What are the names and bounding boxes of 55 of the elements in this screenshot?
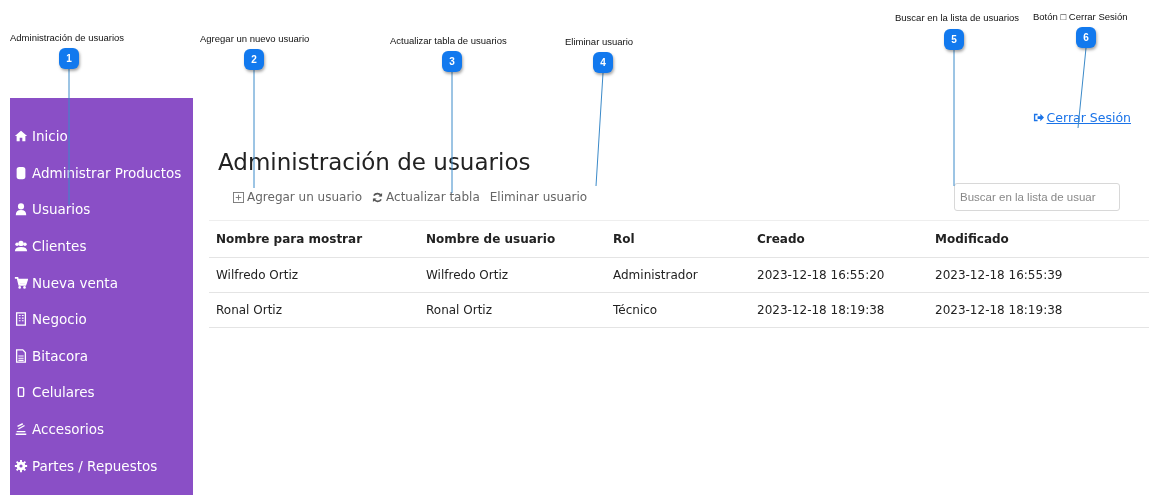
logout-link[interactable]: Cerrar Sesión	[1032, 110, 1131, 125]
column-header: Modificado	[928, 220, 1149, 258]
column-header: Rol	[606, 220, 750, 258]
logout-icon	[1032, 112, 1044, 123]
gear-icon	[14, 458, 28, 473]
callout-label: Actualizar tabla de usuarios	[390, 35, 507, 46]
toolbar-button[interactable]: Actualizar tabla	[372, 190, 480, 204]
column-header: Nombre de usuario	[419, 220, 606, 258]
toolbar-button[interactable]: Agregar un usuario	[233, 190, 363, 204]
table-cell: 2023-12-18 18:19:38	[750, 292, 928, 328]
document-icon	[14, 348, 28, 363]
refresh-icon	[372, 191, 384, 203]
plus-icon	[233, 191, 244, 203]
home-icon	[14, 129, 28, 144]
cart-icon	[14, 275, 28, 290]
table-cell: 2023-12-18 16:55:20	[750, 257, 928, 293]
callout-label: Administración de usuarios	[10, 32, 125, 43]
callout-number: 3	[442, 51, 462, 72]
callout-label: Eliminar usuario	[565, 36, 634, 47]
table-cell: Wilfredo Ortiz	[419, 257, 606, 293]
user-icon	[14, 202, 28, 217]
callout-number: 4	[593, 52, 613, 73]
database-icon	[14, 165, 28, 180]
column-header: Creado	[750, 220, 928, 258]
callout-label: Agregar un nuevo usuario	[200, 33, 310, 44]
table-cell: 2023-12-18 16:55:39	[928, 257, 1149, 293]
table-cell: Técnico	[606, 292, 750, 328]
callout-number: 6	[1076, 27, 1096, 48]
sidebar-item[interactable]: Bitacora	[10, 337, 193, 375]
table-cell: 2023-12-18 18:19:38	[928, 292, 1149, 328]
sidebar-item[interactable]: Celulares	[10, 374, 193, 411]
callout-number: 1	[59, 48, 79, 69]
sidebar-item[interactable]: Usuarios	[10, 191, 193, 228]
callout-label: Buscar en la lista de usuarios	[895, 12, 1020, 23]
sidebar-item[interactable]: Administrar Productos	[10, 154, 193, 192]
sidebar-item[interactable]: Nueva venta	[10, 264, 193, 301]
table-cell: Wilfredo Ortiz	[209, 257, 419, 293]
callout-number: 5	[944, 29, 964, 50]
sidebar-item[interactable]: Clientes	[10, 227, 193, 265]
page-title: Administración de usuarios	[218, 149, 532, 175]
stack-icon	[14, 422, 28, 437]
sidebar-item[interactable]: Accesorios	[10, 410, 193, 448]
users-icon	[14, 239, 28, 254]
sidebar-item[interactable]: Partes / Repuestos	[10, 447, 193, 484]
sidebar-item[interactable]: Inicio	[10, 118, 193, 155]
sidebar-item[interactable]: Negocio	[10, 300, 193, 338]
column-header: Nombre para mostrar	[209, 220, 419, 258]
search-field[interactable]: Buscar en la lista de usuar	[954, 183, 1120, 211]
callout-label: Botón □ Cerrar Sesión	[1033, 11, 1128, 22]
toolbar-button[interactable]: Eliminar usuario	[489, 190, 588, 204]
building-icon	[14, 312, 28, 327]
table-cell: Ronal Ortiz	[209, 292, 419, 328]
callout-number: 2	[244, 49, 264, 70]
table-cell: Ronal Ortiz	[419, 292, 606, 328]
table-cell: Administrador	[606, 257, 750, 293]
